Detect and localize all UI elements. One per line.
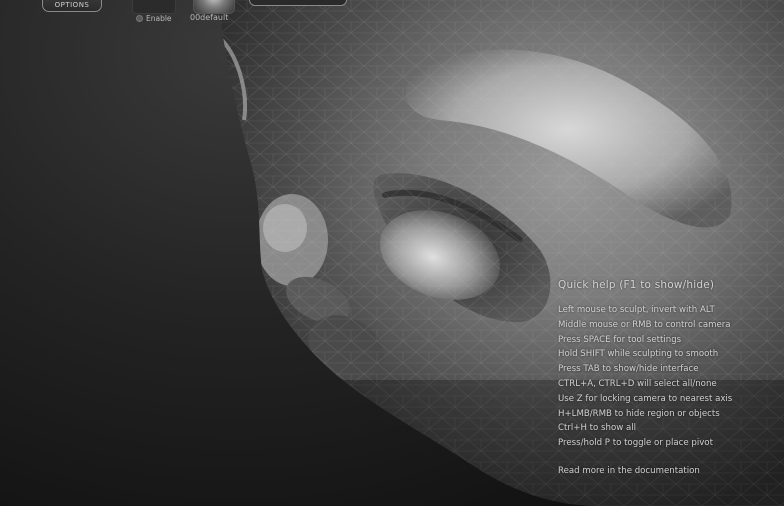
quick-help-title: Quick help (F1 to show/hide) — [558, 279, 715, 291]
quick-help-line: CTRL+A, CTRL+D will select all/none — [558, 378, 717, 389]
quick-help-line: Middle mouse or RMB to control camera — [558, 319, 731, 330]
quick-help-line: Use Z for locking camera to nearest axis — [558, 393, 733, 404]
quick-help-list: Left mouse to sculpt, invert with ALT Mi… — [558, 303, 784, 451]
quick-help-line: H+LMB/RMB to hide region or objects — [558, 408, 720, 419]
quick-help-line: Press TAB to show/hide interface — [558, 364, 699, 375]
matcap-thumbnail[interactable] — [193, 0, 235, 14]
quick-help-line: Press SPACE for tool settings — [558, 334, 682, 345]
quick-help-line: Left mouse to sculpt, invert with ALT — [558, 305, 715, 315]
options-label: OPTIONS — [54, 1, 90, 9]
sculpt-viewport[interactable]: OPTIONS Enable 00default Quick help (F1 … — [0, 0, 784, 506]
toolbar-dropdown[interactable] — [249, 0, 347, 6]
enable-label: Enable — [146, 14, 172, 23]
enable-toggle[interactable]: Enable — [136, 14, 172, 23]
color-swatch[interactable] — [132, 0, 176, 14]
documentation-link[interactable]: Read more in the documentation — [558, 466, 784, 476]
quick-help-line: Press/hold P to toggle or place pivot — [558, 438, 713, 449]
matcap-label: 00default — [190, 13, 229, 22]
quick-help-panel: Quick help (F1 to show/hide) Left mouse … — [558, 279, 784, 476]
quick-help-line: Ctrl+H to show all — [558, 423, 637, 434]
options-button[interactable]: OPTIONS — [42, 0, 102, 12]
enable-checkbox-icon[interactable] — [136, 15, 143, 22]
quick-help-line: Hold SHIFT while sculpting to smooth — [558, 349, 719, 360]
